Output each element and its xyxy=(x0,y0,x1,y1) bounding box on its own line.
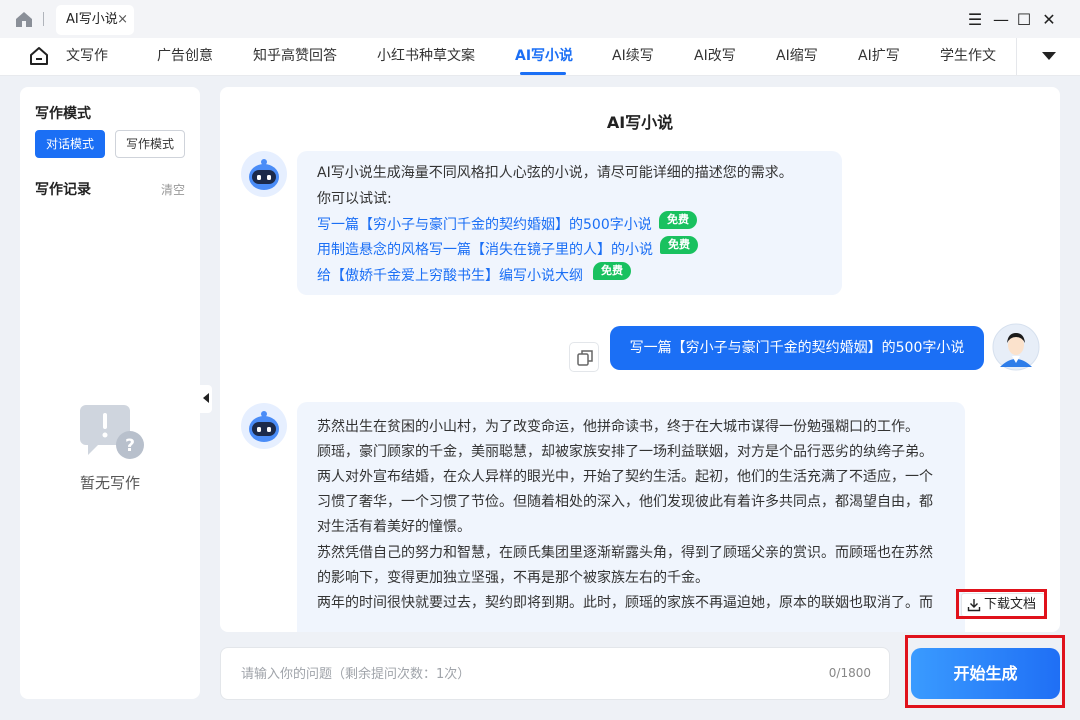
robot-avatar-icon xyxy=(241,403,287,449)
sidebar-collapse-handle[interactable] xyxy=(200,385,212,413)
nav-item-zhihu[interactable]: 知乎高赞回答 xyxy=(253,38,337,75)
empty-chat-icon: ? xyxy=(80,405,144,459)
nav-item-ai-rewrite[interactable]: AI改写 xyxy=(694,38,736,75)
free-badge: 免费 xyxy=(660,236,698,254)
maximize-icon[interactable]: ☐ xyxy=(1013,8,1035,30)
nav-item-ai-expand[interactable]: AI扩写 xyxy=(858,38,900,75)
user-message-bubble: 写一篇【穷小子与豪门千金的契约婚姻】的500字小说 xyxy=(610,326,984,370)
mode-heading: 写作模式 xyxy=(35,106,91,122)
story-line: 两年的时间很快就要过去，契约即将到期。此时，顾瑶的家族不再逼迫她，原本的联姻也取… xyxy=(317,595,933,611)
chat-panel: AI写小说 AI写小说生成海量不同风格扣人心弦的小说，请尽可能详细的描述您的需求… xyxy=(220,87,1060,632)
story-bubble: 苏然出生在贫困的小山村，为了改变命运，他拼命读书，终于在大城市谋得一份勉强糊口的… xyxy=(297,402,965,632)
suggestion-link[interactable]: 给【傲娇千金爱上穷酸书生】编写小说大纲 xyxy=(317,265,583,285)
nav-item-ai-continue[interactable]: AI续写 xyxy=(612,38,654,75)
free-badge: 免费 xyxy=(659,211,697,229)
nav-more-icon[interactable] xyxy=(1042,52,1056,60)
nav-item-student-essay[interactable]: 学生作文 xyxy=(940,38,996,75)
nav-item-ai-novel[interactable]: AI写小说 xyxy=(515,38,573,75)
download-highlight-box xyxy=(956,589,1047,619)
story-line: 对生活有着美好的憧憬。 xyxy=(317,519,471,535)
close-icon[interactable]: ✕ xyxy=(1038,8,1060,30)
nav-item-xiaohongshu[interactable]: 小红书种草文案 xyxy=(377,38,475,75)
minimize-icon[interactable]: — xyxy=(990,8,1012,30)
story-line: 两人对外宣布结婚，在众人异样的眼光中，开始了契约生活。起初，他们的生活充满了不适… xyxy=(317,469,933,485)
story-line: 的影响下，变得更加独立坚强，不再是那个被家族左右的千金。 xyxy=(317,570,709,586)
user-avatar-icon xyxy=(992,323,1040,371)
bot-intro-text: AI写小说生成海量不同风格扣人心弦的小说，请尽可能详细的描述您的需求。 xyxy=(317,165,793,181)
story-line: 习惯了奢华，一个习惯了节俭。但随着相处的深入，他们发现彼此有着许多共同点，都渴望… xyxy=(317,494,933,510)
nav-bar: 文写作 广告创意 知乎高赞回答 小红书种草文案 AI写小说 AI续写 AI改写 … xyxy=(0,38,1080,76)
story-line: 苏然出生在贫困的小山村，为了改变命运，他拼命读书，终于在大城市谋得一份勉强糊口的… xyxy=(317,419,919,435)
nav-home-icon[interactable] xyxy=(28,45,50,67)
suggestion-link[interactable]: 写一篇【穷小子与豪门千金的契约婚姻】的500字小说 xyxy=(317,214,652,234)
tab-close-icon[interactable]: × xyxy=(117,5,128,35)
collapse-arrow-icon xyxy=(203,393,209,403)
write-mode-button[interactable]: 写作模式 xyxy=(115,130,185,158)
menu-icon[interactable]: ☰ xyxy=(964,8,986,30)
chat-mode-button[interactable]: 对话模式 xyxy=(35,130,105,158)
nav-divider xyxy=(1016,38,1017,75)
bot-intro-bubble: AI写小说生成海量不同风格扣人心弦的小说，请尽可能详细的描述您的需求。 你可以试… xyxy=(297,151,842,295)
robot-avatar-icon xyxy=(241,151,287,197)
nav-active-underline xyxy=(520,72,566,75)
suggestion-link[interactable]: 用制造悬念的风格写一篇【消失在镜子里的人】的小说 xyxy=(317,239,653,259)
story-line: 顾瑶，豪门顾家的千金，美丽聪慧，却被家族安排了一场利益联姻，对方是个品行恶劣的纨… xyxy=(317,444,933,460)
free-badge: 免费 xyxy=(593,262,631,280)
question-input[interactable] xyxy=(241,663,801,685)
svg-text:?: ? xyxy=(125,436,135,456)
copy-icon[interactable] xyxy=(569,342,599,372)
records-heading: 写作记录 xyxy=(35,182,91,198)
char-counter: 0/1800 xyxy=(828,666,871,680)
tab-label: AI写小说 xyxy=(66,12,118,27)
empty-records-text: 暂无写作 xyxy=(79,474,140,492)
page-title: AI写小说 xyxy=(606,113,674,132)
story-line: 苏然凭借自己的努力和智慧，在顾氏集团里逐渐崭露头角，得到了顾瑶父亲的赏识。而顾瑶… xyxy=(317,545,933,561)
try-label: 你可以试试: xyxy=(317,191,392,207)
tab-ai-novel[interactable]: AI写小说 × xyxy=(56,5,134,35)
question-input-box: 0/1800 xyxy=(220,647,890,700)
titlebar-divider xyxy=(43,12,44,26)
title-bar: AI写小说 × ☰ — ☐ ✕ xyxy=(0,0,1080,38)
nav-item-ai-shorten[interactable]: AI缩写 xyxy=(776,38,818,75)
nav-item-writing[interactable]: 文写作 xyxy=(66,38,108,75)
clear-records-button[interactable]: 清空 xyxy=(161,181,185,198)
sidebar: 写作模式 对话模式 写作模式 写作记录 清空 ? 暂无写作 xyxy=(20,87,200,699)
generate-highlight-box xyxy=(905,635,1065,708)
nav-item-ad-creative[interactable]: 广告创意 xyxy=(157,38,213,75)
home-icon[interactable] xyxy=(14,10,34,28)
